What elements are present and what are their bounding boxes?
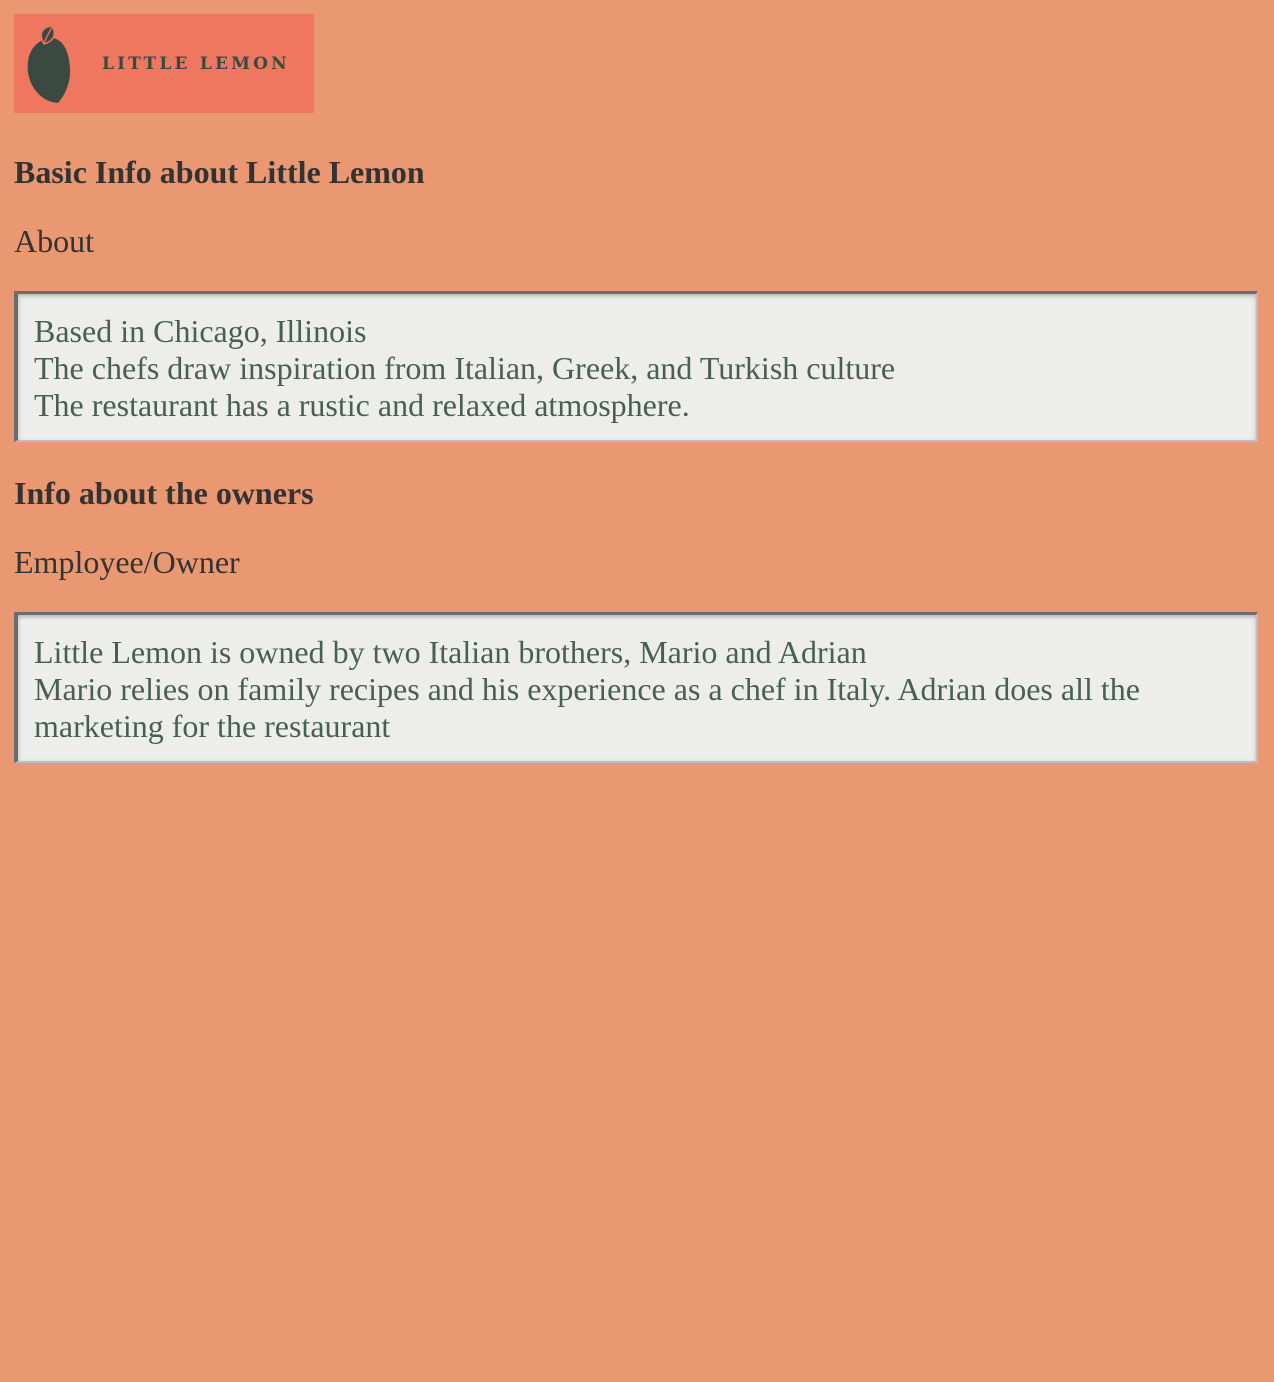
employee-owner-label: Employee/Owner	[14, 544, 240, 580]
little-lemon-logo: LITTLE LEMON	[14, 14, 314, 113]
about-label: About	[14, 223, 94, 259]
basic-info-heading: Basic Info about Little Lemon	[14, 154, 425, 190]
about-line: The chefs draw inspiration from Italian,…	[34, 350, 896, 386]
lemon-icon	[27, 25, 71, 103]
about-line: Based in Chicago, Illinois	[34, 313, 367, 349]
owners-line: Little Lemon is owned by two Italian bro…	[34, 634, 867, 670]
about-info-box: Based in Chicago, Illinois The chefs dra…	[14, 291, 1258, 442]
about-line: The restaurant has a rustic and relaxed …	[34, 387, 690, 423]
logo-text: LITTLE LEMON	[102, 54, 290, 74]
owners-info-box: Little Lemon is owned by two Italian bro…	[14, 612, 1258, 763]
owners-line: Mario relies on family recipes and his e…	[34, 671, 1140, 744]
owners-heading: Info about the owners	[14, 475, 314, 511]
